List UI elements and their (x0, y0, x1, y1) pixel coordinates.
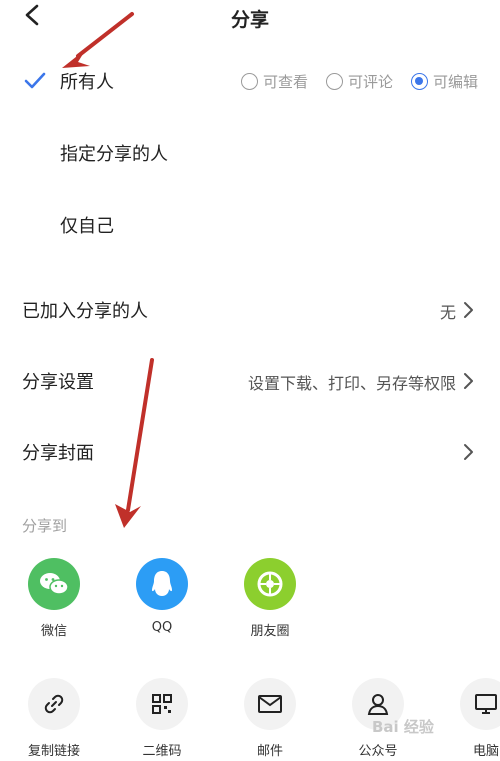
tool-computer[interactable]: 电脑 (441, 678, 500, 759)
tool-label: 二维码 (142, 744, 182, 759)
tool-label: 复制链接 (27, 744, 80, 759)
joined-people-row[interactable]: 已加入分享的人 无 (0, 279, 500, 339)
tool-mail[interactable]: 邮件 (225, 678, 315, 759)
checkmark-icon (24, 72, 46, 89)
permission-label: 所有人 (60, 72, 114, 93)
share-wechat[interactable]: 微信 (9, 558, 99, 639)
chevron-right-icon (464, 373, 473, 389)
radio-selected-icon (410, 73, 428, 90)
access-level-group: 可查看 可评论 可编辑 (240, 71, 478, 92)
computer-icon (460, 678, 500, 730)
share-app-label: 朋友圈 (250, 624, 290, 639)
permission-specific-row[interactable]: 指定分享的人 (0, 126, 500, 182)
link-icon (28, 678, 80, 730)
wechat-icon (28, 558, 80, 610)
share-moments[interactable]: 朋友圈 (225, 558, 315, 639)
share-app-label: QQ (151, 620, 173, 635)
tool-label: 邮件 (256, 744, 283, 759)
mail-icon (244, 678, 296, 730)
share-app-label: 微信 (40, 624, 67, 639)
chevron-right-icon (464, 302, 473, 318)
radio-edit[interactable]: 可编辑 (410, 71, 478, 92)
permission-label: 指定分享的人 (60, 144, 168, 165)
radio-label: 可查看 (262, 73, 308, 91)
radio-icon (325, 73, 343, 90)
qq-icon (136, 558, 188, 610)
radio-view[interactable]: 可查看 (240, 71, 308, 92)
permission-label: 仅自己 (60, 216, 114, 237)
header: 分享 (0, 0, 500, 34)
moments-icon (244, 558, 296, 610)
row-label: 已加入分享的人 (22, 301, 148, 322)
radio-comment[interactable]: 可评论 (325, 71, 393, 92)
permission-self-row[interactable]: 仅自己 (0, 198, 500, 254)
row-value: 设置下载、打印、另存等权限 (247, 374, 456, 393)
share-to-title: 分享到 (22, 517, 68, 535)
chevron-right-icon (464, 444, 473, 460)
radio-label: 可编辑 (432, 73, 478, 91)
tool-copy-link[interactable]: 复制链接 (9, 678, 99, 759)
watermark: Bai 经验 (372, 718, 434, 736)
permission-everyone-row[interactable]: 所有人 可查看 可评论 可编辑 (0, 54, 500, 110)
tool-label: 公众号 (358, 744, 398, 759)
page-title: 分享 (230, 9, 269, 31)
tool-qrcode[interactable]: 二维码 (117, 678, 207, 759)
radio-icon (240, 73, 258, 90)
qrcode-icon (136, 678, 188, 730)
share-cover-row[interactable]: 分享封面 (0, 421, 500, 481)
row-label: 分享设置 (22, 372, 94, 393)
share-settings-row[interactable]: 分享设置 设置下载、打印、另存等权限 (0, 350, 500, 410)
row-label: 分享封面 (22, 443, 94, 464)
radio-label: 可评论 (347, 73, 393, 91)
share-qq[interactable]: QQ (117, 558, 207, 635)
row-value: 无 (439, 303, 456, 322)
tool-label: 电脑 (472, 744, 499, 759)
